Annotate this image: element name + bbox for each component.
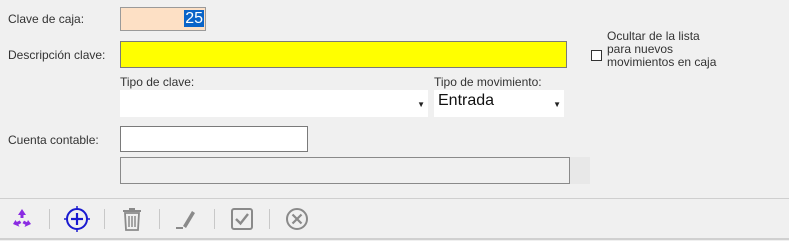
hide-from-list-checkbox[interactable] [591,50,602,61]
code-label: Clave de caja: [8,12,85,26]
account-input[interactable] [120,126,308,152]
code-input[interactable]: 25 [120,7,206,31]
toolbar-separator [49,209,50,229]
cancel-circle-icon [286,208,308,230]
save-button[interactable] [228,205,256,233]
recycle-icon [13,209,31,227]
toolbar-separator [214,209,215,229]
hide-from-list-label: Ocultar de la lista para nuevos movimien… [607,29,717,69]
trash-icon [123,208,141,231]
delete-button[interactable] [118,205,146,233]
recycle-button[interactable] [8,205,36,233]
cancel-button[interactable] [283,205,311,233]
edit-pencil-icon [176,211,195,229]
movement-type-value: Entrada [438,92,495,109]
chevron-down-icon[interactable]: ▼ [553,100,561,109]
description-input[interactable] [120,41,567,68]
account-label: Cuenta contable: [8,133,99,147]
movement-type-label: Tipo de movimiento: [434,75,542,89]
key-type-label: Tipo de clave: [120,75,195,89]
toolbar-separator [269,209,270,229]
account-description-filler [570,157,590,184]
toolbar-separator [104,209,105,229]
description-label: Descripción clave: [8,48,106,62]
toolbar-separator [159,209,160,229]
toolbar [0,198,789,241]
account-description-field [120,157,570,184]
checkmark-icon [231,208,253,230]
chevron-down-icon[interactable]: ▼ [417,100,425,109]
edit-button[interactable] [173,205,201,233]
key-type-select[interactable]: ▼ [120,90,428,117]
add-circle-icon [64,206,90,232]
code-value: 25 [184,10,204,27]
movement-type-select[interactable]: Entrada ▼ [434,90,564,117]
add-button[interactable] [63,205,91,233]
